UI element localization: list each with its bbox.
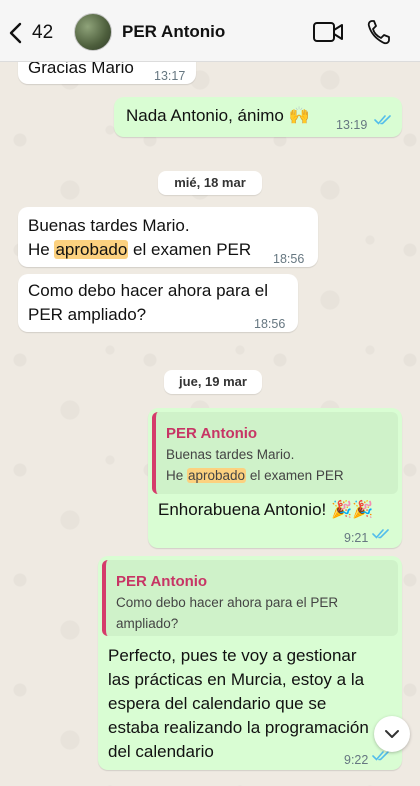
chat-header: 42 PER Antonio: [0, 0, 420, 62]
message-text: Buenas tardes Mario. He aprobado el exam…: [28, 216, 252, 259]
message-text: Nada Antonio, ánimo 🙌: [126, 106, 310, 125]
read-ticks-icon: [372, 529, 389, 539]
video-call-icon[interactable]: [312, 20, 344, 44]
message-incoming[interactable]: Buenas tardes Mario. He aprobado el exam…: [18, 207, 318, 267]
message-time: 13:17: [154, 69, 186, 83]
message-outgoing[interactable]: Nada Antonio, ánimo 🙌 13:19: [114, 97, 402, 137]
avatar[interactable]: [74, 13, 112, 51]
message-time: 9:21: [344, 531, 369, 545]
message-time: 18:56: [273, 252, 305, 266]
read-ticks-icon: [372, 751, 389, 761]
message-outgoing-reply[interactable]: PER Antonio Como debo hacer ahora para e…: [98, 556, 402, 770]
phone-call-icon[interactable]: [366, 18, 392, 46]
back-chevron-icon: [9, 22, 22, 44]
quote-author: PER Antonio: [166, 425, 258, 442]
read-ticks-icon: [374, 115, 391, 125]
date-separator: mié, 18 mar: [158, 171, 262, 195]
unread-count: 42: [32, 22, 54, 43]
quoted-message[interactable]: PER Antonio Buenas tardes Mario. He apro…: [152, 412, 398, 494]
message-text: Perfecto, pues te voy a gestionar las pr…: [108, 646, 369, 761]
quoted-message[interactable]: PER Antonio Como debo hacer ahora para e…: [102, 560, 398, 636]
search-highlight: aprobado: [54, 240, 129, 259]
search-highlight: aprobado: [187, 468, 247, 483]
quote-text: Como debo hacer ahora para el PER amplia…: [116, 595, 339, 631]
message-text: Enhorabuena Antonio! 🎉🎉: [158, 500, 374, 519]
chevron-down-icon: [385, 730, 399, 738]
contact-name[interactable]: PER Antonio: [122, 22, 225, 42]
quote-text: Buenas tardes Mario. He aprobado el exam…: [166, 447, 344, 483]
scroll-to-bottom-button[interactable]: [374, 716, 410, 752]
message-outgoing-reply[interactable]: PER Antonio Buenas tardes Mario. He apro…: [148, 408, 402, 548]
message-incoming[interactable]: Como debo hacer ahora para el PER amplia…: [18, 274, 298, 332]
date-separator: jue, 19 mar: [164, 370, 262, 394]
message-time: 13:19: [336, 118, 368, 132]
message-time: 18:56: [254, 317, 286, 331]
back-button[interactable]: 42: [8, 18, 72, 48]
quote-author: PER Antonio: [116, 573, 208, 590]
message-time: 9:22: [344, 753, 369, 767]
message-text: Como debo hacer ahora para el PER amplia…: [28, 281, 269, 324]
